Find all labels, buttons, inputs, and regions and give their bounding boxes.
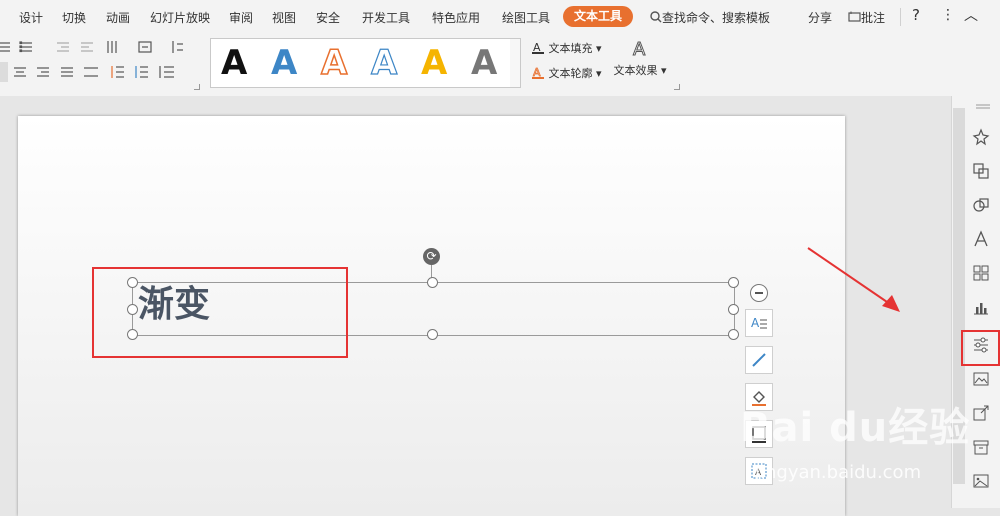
resize-handle-s[interactable]: [427, 329, 438, 340]
text-style-yellow[interactable]: A: [421, 43, 447, 83]
distribute-icon: [84, 67, 98, 77]
text-style-blue-outline[interactable]: A: [370, 42, 398, 83]
text-outline-button[interactable]: A 文本轮廓 ▾: [531, 65, 602, 81]
svg-text:A: A: [633, 39, 646, 58]
share-export-icon[interactable]: [972, 404, 990, 422]
text-effect-label: 文本效果 ▾: [613, 64, 667, 77]
text-outline-icon: A: [532, 66, 544, 79]
search-icon: [650, 11, 662, 23]
pen-quick-button[interactable]: [745, 346, 773, 374]
share-button[interactable]: 分享: [808, 9, 832, 26]
text-style-icon: A: [751, 316, 767, 330]
tab-slideshow[interactable]: 幻灯片放映: [150, 9, 210, 26]
text-effect-icon: A: [633, 39, 647, 61]
text-fill-button[interactable]: A 文本填充 ▾: [531, 40, 602, 56]
text-style-quick-button[interactable]: A: [745, 309, 773, 337]
bullets-icon: [0, 42, 10, 52]
resize-handle-ne[interactable]: [728, 277, 739, 288]
tab-design[interactable]: 设计: [19, 9, 43, 26]
shapes-icon[interactable]: [972, 196, 990, 214]
resize-handle-n[interactable]: [427, 277, 438, 288]
tab-transition[interactable]: 切换: [62, 9, 86, 26]
pen-icon: [752, 353, 766, 367]
text-style-gallery: A A A A A A: [210, 38, 512, 88]
watermark-url: jingyan.baidu.com: [755, 462, 922, 483]
line-spacing-icon: [111, 66, 124, 78]
rotate-handle[interactable]: ⟳: [423, 248, 440, 265]
baidu-watermark: Bai du经验: [740, 405, 971, 451]
tab-security[interactable]: 安全: [316, 9, 340, 26]
text-group-launcher[interactable]: [674, 84, 680, 90]
bar-chart-icon[interactable]: [972, 298, 990, 316]
highlight-box-text: [92, 267, 348, 358]
text-outline-panel-icon[interactable]: [972, 230, 990, 248]
decrease-indent-icon: [57, 42, 69, 52]
archive-icon[interactable]: [972, 438, 990, 456]
comment-icon: [848, 11, 861, 22]
align-text-icon: [138, 41, 152, 53]
ribbon: A A A A A A A 文本填充 ▾ A 文本轮廓 ▾ A 文本效果 ▾: [0, 34, 1000, 97]
text-fill-label: 文本填充: [548, 42, 593, 55]
svg-text:A: A: [751, 316, 760, 330]
tab-animation[interactable]: 动画: [106, 9, 130, 26]
text-outline-label: 文本轮廓: [548, 67, 593, 80]
alignment-controls-row: [0, 62, 174, 82]
tab-view[interactable]: 视图: [272, 9, 296, 26]
resize-handle-e[interactable]: [728, 304, 739, 315]
magic-wand-icon[interactable]: [972, 128, 990, 146]
increase-indent-icon: [81, 42, 93, 52]
tab-features[interactable]: 特色应用: [432, 9, 480, 26]
help-button[interactable]: ?: [912, 6, 920, 24]
picture-icon[interactable]: [972, 370, 990, 388]
text-direction-icon: [107, 41, 117, 53]
menu-bar: 设计 切换 动画 幻灯片放映 审阅 视图 安全 开发工具 特色应用 绘图工具 文…: [0, 0, 1000, 34]
tab-developer[interactable]: 开发工具: [362, 9, 410, 26]
layers-icon[interactable]: [972, 162, 990, 180]
align-right-icon: [37, 67, 49, 77]
text-effect-text: 文本效果: [613, 64, 658, 77]
text-style-orange-outline[interactable]: A: [320, 42, 348, 84]
tab-text-tools[interactable]: 文本工具: [563, 6, 633, 27]
grid-icon[interactable]: [972, 264, 990, 282]
more-button[interactable]: ⋮: [941, 7, 955, 23]
convert-smartart-icon: [172, 41, 183, 53]
text-style-blue[interactable]: A: [271, 43, 297, 83]
numbering-icon: [19, 41, 32, 53]
image-gallery-icon[interactable]: [972, 472, 990, 490]
annotation-arrow: [807, 247, 900, 312]
list-controls-row: [0, 41, 183, 53]
text-effect-button[interactable]: A 文本效果 ▾: [612, 38, 668, 86]
gallery-more-button[interactable]: [510, 38, 521, 88]
text-style-gray[interactable]: A: [471, 43, 497, 83]
search-command[interactable]: 查找命令、搜索模板: [650, 9, 770, 26]
collapse-ribbon-button[interactable]: ︿: [964, 5, 978, 25]
collapse-toolbar-button[interactable]: [750, 284, 768, 302]
pane-grip-icon: [976, 104, 990, 109]
comment-label: 批注: [861, 11, 886, 25]
comment-button[interactable]: 批注: [848, 9, 885, 26]
text-style-black[interactable]: A: [221, 43, 247, 83]
justify-icon: [61, 67, 73, 77]
tab-drawing-tools[interactable]: 绘图工具: [502, 9, 550, 26]
text-fill-icon: A: [532, 41, 544, 54]
tab-review[interactable]: 审阅: [229, 9, 253, 26]
divider: [900, 8, 901, 26]
search-label: 查找命令、搜索模板: [662, 11, 771, 25]
align-left-selected: [0, 62, 8, 82]
properties-sliders-icon[interactable]: [972, 336, 990, 354]
align-center-icon: [14, 67, 26, 77]
paragraph-group-launcher[interactable]: [194, 84, 200, 90]
resize-handle-se[interactable]: [728, 329, 739, 340]
paragraph-spacing-icon: [135, 66, 148, 78]
column-spacing-icon: [159, 66, 174, 78]
